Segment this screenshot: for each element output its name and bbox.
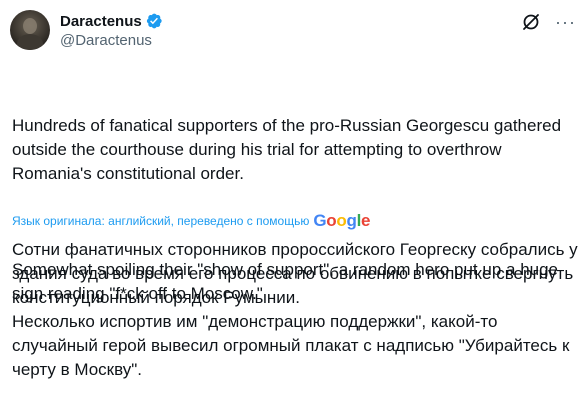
translated-paragraph: Несколько испортив им "демонстрацию подд… [12, 312, 570, 379]
avatar-body-shape [17, 34, 43, 50]
translated-body: Сотни фанатичных сторонников пророссийск… [12, 238, 578, 382]
tweet-header: Daractenus @Daractenus ··· [10, 10, 576, 54]
tweet-paragraph: Hundreds of fanatical supporters of the … [12, 116, 566, 183]
display-name-row: Daractenus [60, 11, 163, 31]
translated-paragraph: Сотни фанатичных сторонников пророссийск… [12, 240, 578, 307]
verified-badge-icon[interactable] [145, 12, 163, 30]
grok-icon[interactable] [521, 12, 541, 32]
avatar[interactable] [10, 10, 50, 50]
google-logo: Google [313, 211, 371, 230]
avatar-head-shape [23, 18, 37, 34]
author-display-name[interactable]: Daractenus [60, 13, 142, 30]
translation-label[interactable]: Язык оригинала: английский, переведено с… [12, 214, 309, 228]
author-handle[interactable]: @Daractenus [60, 32, 163, 49]
tweet-actions: ··· [521, 12, 576, 32]
more-options-icon[interactable]: ··· [555, 13, 576, 31]
translation-attribution[interactable]: Язык оригинала: английский, переведено с… [12, 211, 370, 231]
author-names: Daractenus @Daractenus [60, 11, 163, 49]
